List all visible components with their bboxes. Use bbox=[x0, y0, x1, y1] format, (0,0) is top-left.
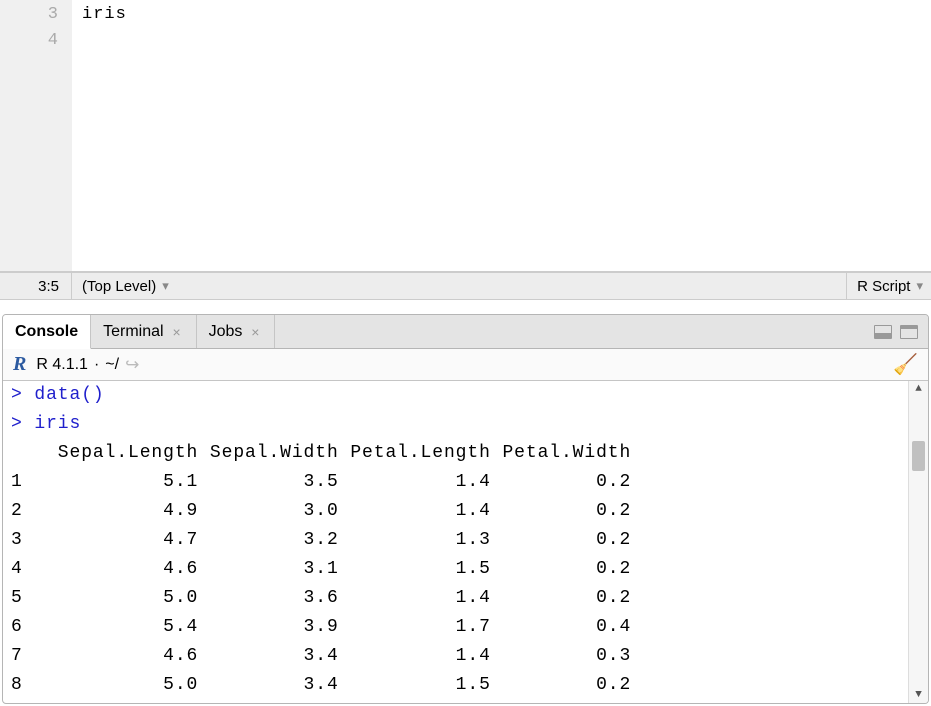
updown-icon: ▾ bbox=[916, 278, 923, 294]
tab-console[interactable]: Console bbox=[3, 315, 91, 349]
clear-console-icon[interactable]: 🧹 bbox=[893, 352, 918, 377]
line-number: 4 bbox=[0, 28, 58, 54]
r-logo-icon: R bbox=[13, 353, 26, 376]
vertical-scrollbar[interactable]: ▲ ▼ bbox=[908, 381, 928, 703]
console-panel: Console Terminal × Jobs × R R 4.1.1 · ~/… bbox=[2, 314, 929, 704]
tab-jobs[interactable]: Jobs × bbox=[197, 315, 276, 348]
tab-terminal[interactable]: Terminal × bbox=[91, 315, 196, 348]
maximize-pane-icon[interactable] bbox=[900, 325, 918, 339]
panel-tabs: Console Terminal × Jobs × bbox=[3, 315, 928, 349]
code-line[interactable]: iris bbox=[82, 2, 931, 28]
console-line: > iris bbox=[11, 414, 81, 434]
console-header: R R 4.1.1 · ~/ ↪ 🧹 bbox=[3, 349, 928, 381]
scope-selector[interactable]: (Top Level) ▾ bbox=[72, 273, 847, 299]
minimize-pane-icon[interactable] bbox=[874, 325, 892, 339]
console-output[interactable]: > data() > iris Sepal.Length Sepal.Width… bbox=[3, 381, 908, 703]
cursor-position: 3:5 bbox=[0, 273, 72, 299]
close-icon[interactable]: × bbox=[248, 325, 262, 339]
line-number: 3 bbox=[0, 2, 58, 28]
share-icon[interactable]: ↪ bbox=[125, 355, 139, 375]
r-version: R 4.1.1 bbox=[36, 356, 88, 374]
close-icon[interactable]: × bbox=[170, 325, 184, 339]
editor-status-bar: 3:5 (Top Level) ▾ R Script ▾ bbox=[0, 272, 931, 300]
updown-icon: ▾ bbox=[162, 278, 169, 294]
code-content[interactable]: iris bbox=[72, 0, 931, 271]
code-editor[interactable]: 3 4 iris bbox=[0, 0, 931, 272]
scroll-up-icon[interactable]: ▲ bbox=[909, 383, 928, 395]
scroll-down-icon[interactable]: ▼ bbox=[909, 689, 928, 701]
console-line: > data() bbox=[11, 385, 105, 405]
working-directory[interactable]: ~/ bbox=[105, 356, 119, 374]
line-gutter: 3 4 bbox=[0, 0, 72, 271]
language-selector[interactable]: R Script ▾ bbox=[847, 273, 931, 299]
table-output: Sepal.Length Sepal.Width Petal.Length Pe… bbox=[11, 443, 631, 695]
scroll-thumb[interactable] bbox=[912, 441, 925, 471]
